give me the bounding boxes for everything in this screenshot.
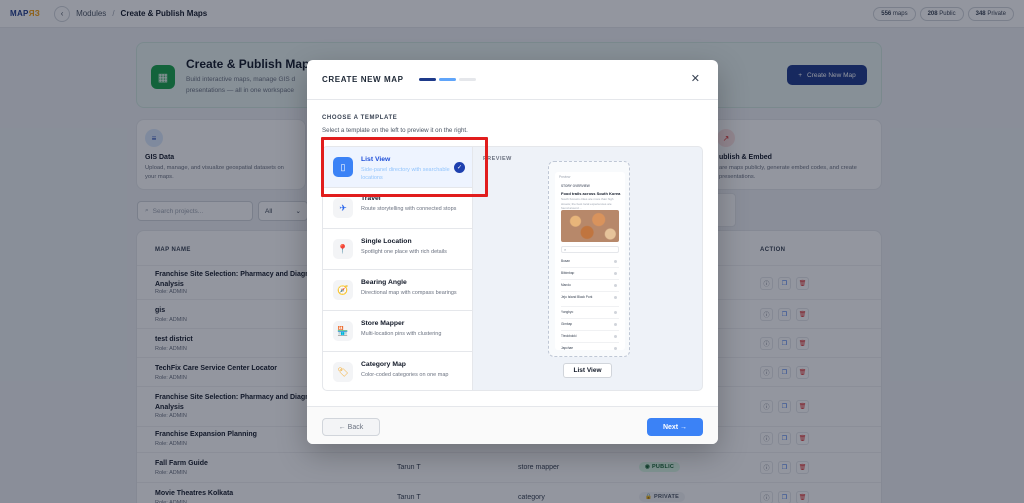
- close-icon[interactable]: ✕: [691, 72, 700, 85]
- dot-icon: [614, 260, 617, 263]
- template-name: Bearing Angle: [361, 279, 407, 286]
- section-hint: Select a template on the left to preview…: [322, 127, 468, 134]
- tag-icon: 🏷: [333, 362, 353, 382]
- check-icon: ✓: [454, 162, 465, 173]
- modal-title: CREATE NEW MAP: [322, 75, 404, 84]
- template-desc: Spotlight one place with rich details: [361, 249, 447, 255]
- template-name: Category Map: [361, 361, 406, 368]
- template-name: Store Mapper: [361, 320, 405, 327]
- step-1: [419, 78, 436, 81]
- create-map-modal: CREATE NEW MAP ✕ CHOOSE A TEMPLATE Selec…: [307, 60, 718, 444]
- template-desc: Color-coded categories on one map: [361, 372, 449, 378]
- pin-icon: 📍: [333, 239, 353, 259]
- dot-icon: [614, 284, 617, 287]
- list-item: Jeju Island Black Pork: [561, 292, 619, 307]
- list-item: Japchae: [561, 343, 619, 350]
- next-button[interactable]: Next →: [647, 418, 703, 436]
- step-indicator: [419, 78, 476, 81]
- item-label: Japchae: [561, 346, 574, 350]
- item-label: Yongbyo: [561, 310, 574, 314]
- template-store-mapper[interactable]: 🏪 Store Mapper Multi-location pins with …: [323, 311, 472, 352]
- dot-icon: [614, 347, 617, 350]
- list-item: Bibimbap: [561, 268, 619, 280]
- template-desc: Directional map with compass bearings: [361, 290, 457, 296]
- item-label: Busan: [561, 259, 571, 263]
- template-single-location[interactable]: 📍 Single Location Spotlight one place wi…: [323, 229, 472, 270]
- story-label: STORY OVERVIEW: [561, 184, 590, 188]
- template-desc: Multi-location pins with clustering: [361, 331, 442, 337]
- preview-tag: Preview: [559, 175, 571, 179]
- dot-icon: [614, 311, 617, 314]
- food-image: [561, 210, 619, 242]
- step-2: [439, 78, 456, 81]
- list-item: Busan: [561, 256, 619, 268]
- search-icon: ⌕: [561, 246, 619, 253]
- section-title: CHOOSE A TEMPLATE: [322, 115, 398, 121]
- list-item: Yongbyo: [561, 307, 619, 319]
- item-label: Mandu: [561, 283, 571, 287]
- item-label: Tteokbokki: [561, 334, 577, 338]
- back-button[interactable]: ← Back: [322, 418, 380, 436]
- phone-screen: Preview STORY OVERVIEW Food trails acros…: [555, 172, 625, 350]
- phone-mockup: Preview STORY OVERVIEW Food trails acros…: [548, 161, 630, 357]
- list-icon: ▯: [333, 157, 353, 177]
- store-icon: 🏪: [333, 321, 353, 341]
- item-label: Gimbap: [561, 322, 573, 326]
- template-travel[interactable]: ✈ Travel Route storytelling with connect…: [323, 188, 472, 229]
- template-list-view[interactable]: ▯ List View Side-panel directory with se…: [323, 147, 472, 188]
- story-heading: Food trails across South Korea: [561, 191, 621, 196]
- dot-icon: [614, 296, 617, 299]
- step-3: [459, 78, 476, 81]
- template-name: List View: [361, 156, 391, 163]
- template-name: Travel: [361, 195, 381, 202]
- item-label: Bibimbap: [561, 271, 575, 275]
- modal-header: CREATE NEW MAP ✕: [307, 60, 718, 100]
- template-preview: PREVIEW Preview STORY OVERVIEW Food trai…: [472, 146, 703, 391]
- story-desc: South Korea's cities are more than high …: [561, 197, 614, 210]
- template-list: ▯ List View Side-panel directory with se…: [322, 146, 472, 391]
- preview-label: PREVIEW: [483, 156, 512, 162]
- list-item: Tteokbokki: [561, 331, 619, 343]
- template-name: Single Location: [361, 238, 412, 245]
- list-item: Mandu: [561, 280, 619, 292]
- template-category-map[interactable]: 🏷 Category Map Color-coded categories on…: [323, 352, 472, 390]
- plane-icon: ✈: [333, 198, 353, 218]
- list-item: Gimbap: [561, 319, 619, 331]
- modal-footer: ← Back Next →: [307, 406, 718, 444]
- preview-template-name: List View: [563, 363, 612, 378]
- dot-icon: [614, 272, 617, 275]
- template-bearing-angle[interactable]: 🧭 Bearing Angle Directional map with com…: [323, 270, 472, 311]
- template-desc: Route storytelling with connected stops: [361, 206, 457, 212]
- dot-icon: [614, 335, 617, 338]
- template-desc: Side-panel directory with searchable loc…: [361, 167, 450, 181]
- compass-icon: 🧭: [333, 280, 353, 300]
- dot-icon: [614, 323, 617, 326]
- item-label: Jeju Island Black Pork: [561, 295, 593, 299]
